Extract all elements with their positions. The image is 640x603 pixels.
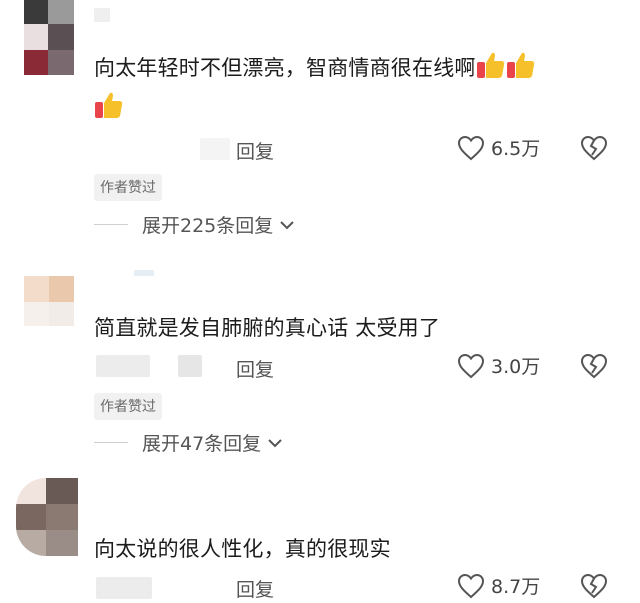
avatar[interactable]	[24, 0, 80, 75]
like-button[interactable]: 3.0万	[457, 352, 540, 379]
dislike-button[interactable]	[580, 135, 608, 165]
like-count: 6.5万	[491, 138, 541, 160]
heart-icon	[457, 573, 485, 598]
thumbs-up-icon	[506, 50, 536, 85]
author-liked-badge: 作者赞过	[94, 393, 162, 420]
reply-button[interactable]: 回复	[236, 575, 274, 602]
comment-text-content: 简直就是发自肺腑的真心话 太受用了	[94, 316, 441, 340]
comment-text: 简直就是发自肺腑的真心话 太受用了	[94, 312, 440, 342]
thumbs-up-icon	[94, 90, 124, 124]
like-button[interactable]: 6.5万	[457, 134, 540, 161]
broken-heart-icon	[580, 573, 608, 599]
expand-replies-label: 展开225条回复	[142, 215, 274, 237]
author-liked-badge: 作者赞过	[94, 174, 162, 201]
chevron-down-icon	[280, 220, 294, 229]
broken-heart-icon	[580, 353, 608, 379]
avatar[interactable]	[24, 270, 80, 326]
like-count: 3.0万	[491, 356, 541, 378]
expand-replies-button[interactable]: 展开47条回复	[94, 429, 283, 456]
heart-icon	[457, 135, 485, 160]
comment-text: 向太年轻时不但漂亮，智商情商很在线啊	[94, 50, 536, 85]
dislike-button[interactable]	[580, 353, 608, 383]
heart-icon	[457, 353, 485, 378]
comment-text-content: 向太年轻时不但漂亮，智商情商很在线啊	[94, 56, 476, 80]
thumbs-up-icon	[476, 50, 506, 85]
avatar[interactable]	[16, 478, 78, 556]
comment-text: 向太说的很人性化，真的很现实	[94, 533, 391, 563]
expand-replies-label: 展开47条回复	[142, 433, 262, 455]
date-blurred	[96, 355, 150, 377]
date-blurred	[96, 577, 152, 599]
expand-divider	[94, 442, 128, 443]
chevron-down-icon	[268, 438, 282, 447]
username-blurred[interactable]	[134, 270, 154, 276]
date-blurred	[178, 355, 202, 377]
broken-heart-icon	[580, 135, 608, 161]
expand-divider	[94, 224, 128, 225]
username-blurred[interactable]	[94, 8, 110, 22]
like-count: 8.7万	[491, 576, 541, 598]
like-button[interactable]: 8.7万	[457, 572, 540, 599]
expand-replies-button[interactable]: 展开225条回复	[94, 211, 295, 238]
dislike-button[interactable]	[580, 573, 608, 603]
reply-button[interactable]: 回复	[236, 137, 274, 164]
reply-button[interactable]: 回复	[236, 355, 274, 382]
comment-text-content: 向太说的很人性化，真的很现实	[94, 537, 391, 561]
date-blurred	[200, 138, 230, 160]
